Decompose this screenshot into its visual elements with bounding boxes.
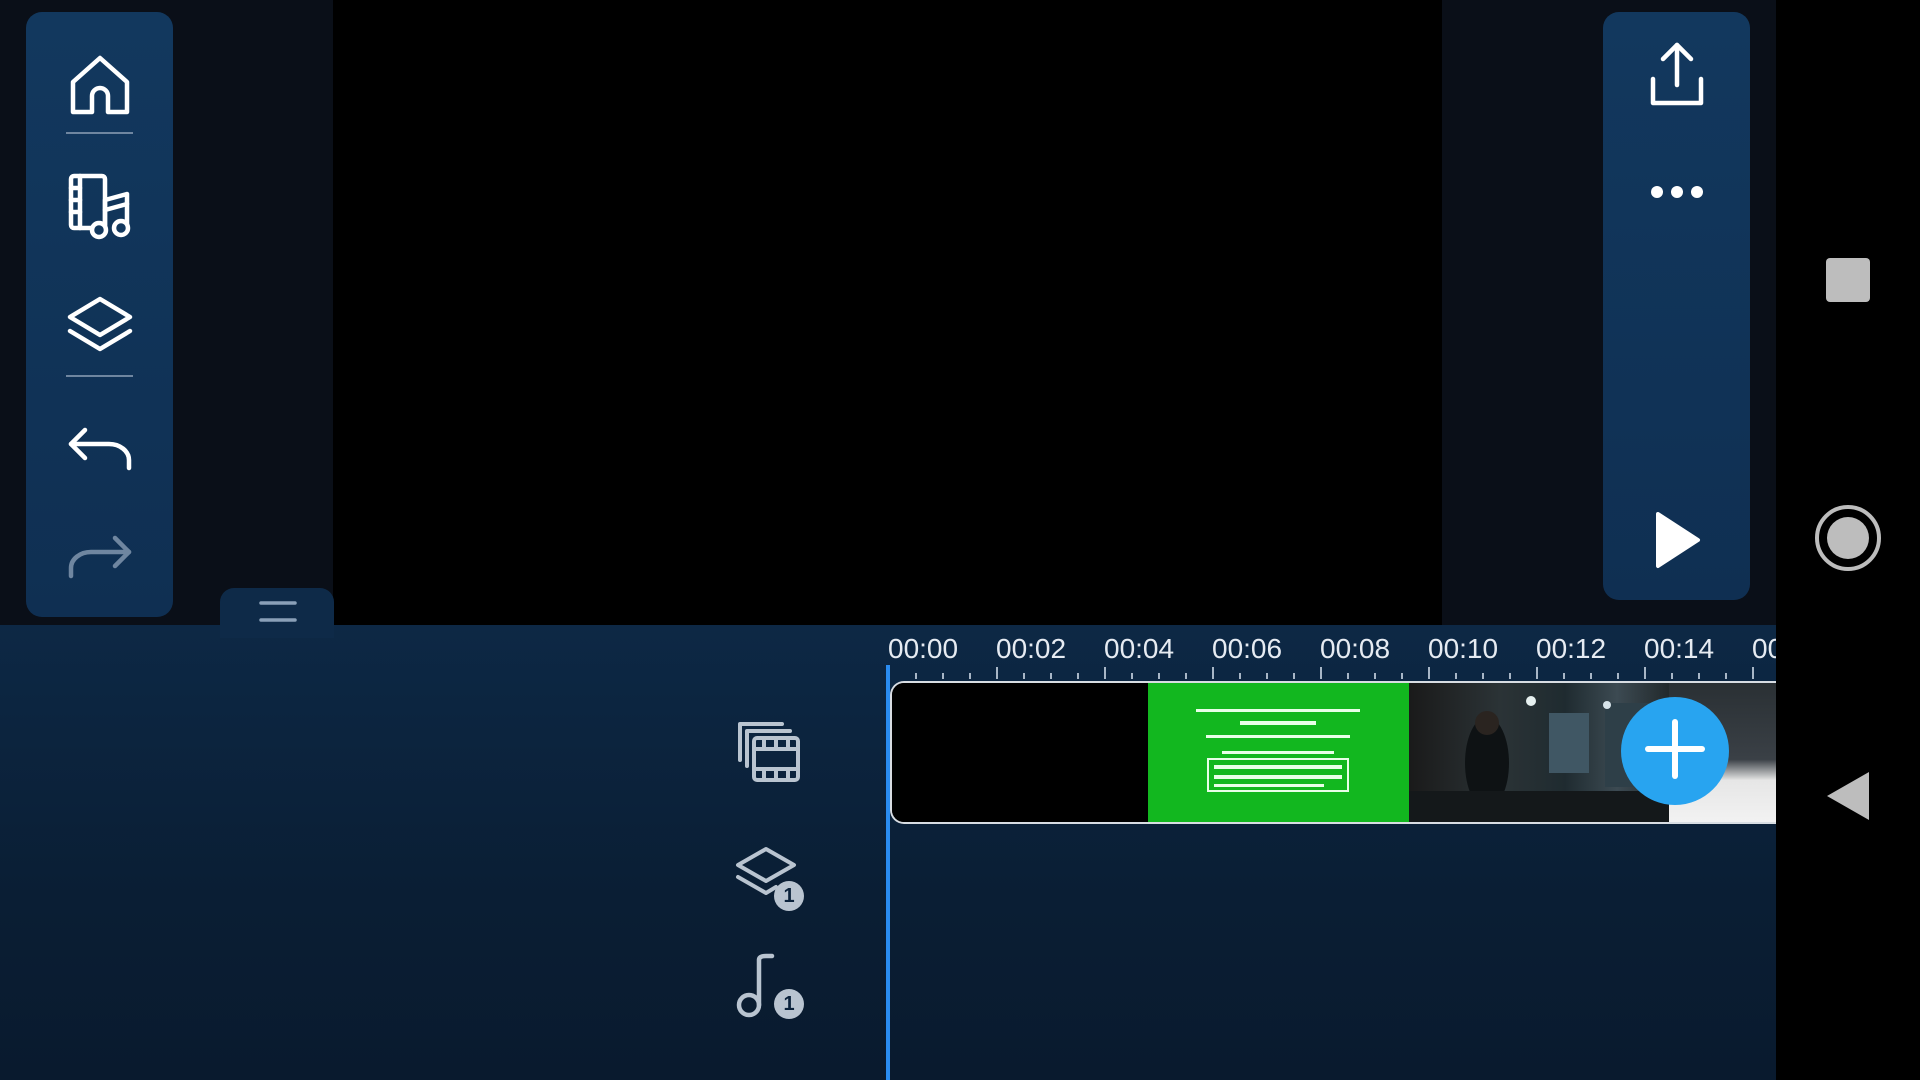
ruler-label: 00:14: [1644, 633, 1715, 664]
ruler-tick: [1536, 667, 1538, 679]
right-toolbar: [1603, 12, 1750, 600]
ruler-label: 00:06: [1212, 633, 1283, 664]
back-triangle-icon: [1825, 770, 1871, 827]
undo-button[interactable]: [26, 394, 173, 504]
ruler-tick: [1671, 673, 1673, 679]
ruler-tick: [1185, 673, 1187, 679]
ruler-tick: [996, 667, 998, 679]
ruler-tick: [1266, 673, 1268, 679]
more-icon: [1649, 184, 1705, 200]
ruler-tick: [1617, 673, 1619, 679]
export-icon: [1647, 39, 1707, 109]
video-track-button[interactable]: [728, 712, 808, 792]
home-circle-icon: [1813, 503, 1883, 578]
audio-track-button[interactable]: 1: [728, 945, 808, 1025]
ruler-label: 00:02: [996, 633, 1067, 664]
home-button[interactable]: [26, 30, 173, 140]
more-options-button[interactable]: [1603, 137, 1750, 247]
ruler-tick: [1374, 673, 1376, 679]
ruler-tick: [1293, 673, 1295, 679]
ruler-tick: [1077, 673, 1079, 679]
ruler-label: 00:04: [1104, 633, 1175, 664]
audio-count-badge: 1: [774, 989, 804, 1019]
ruler-tick: [1563, 673, 1565, 679]
toolbar-divider: [66, 375, 133, 377]
ruler-tick: [1158, 673, 1160, 679]
recents-square-icon: [1825, 257, 1871, 308]
clip-thumbnail-black: [892, 683, 1148, 822]
ruler-tick: [1212, 667, 1214, 679]
system-back-button[interactable]: [1776, 743, 1920, 853]
play-icon: [1652, 510, 1702, 570]
plus-icon: [1640, 714, 1710, 789]
ruler-label: 00:12: [1536, 633, 1607, 664]
green-screen-text-graphic: [1196, 709, 1360, 792]
add-media-button[interactable]: [1621, 697, 1729, 805]
ruler-tick: [1104, 667, 1106, 679]
ruler-tick: [1023, 673, 1025, 679]
ruler-tick: [1050, 673, 1052, 679]
ruler-tick: [1509, 673, 1511, 679]
ruler-tick: [1455, 673, 1457, 679]
export-button[interactable]: [1603, 19, 1750, 129]
toolbar-divider: [66, 132, 133, 134]
ruler-tick: [1698, 673, 1700, 679]
layer-track-icon: 1: [732, 843, 804, 913]
home-icon: [67, 52, 133, 118]
ruler-tick: [915, 673, 917, 679]
system-navigation-bar: [1776, 0, 1920, 1080]
panel-resize-handle[interactable]: [220, 588, 334, 638]
ruler-tick: [1590, 673, 1592, 679]
undo-icon: [65, 424, 135, 474]
ruler-tick: [1320, 667, 1322, 679]
recents-button[interactable]: [1776, 227, 1920, 337]
media-library-button[interactable]: [26, 152, 173, 262]
media-library-icon: [65, 172, 135, 242]
ruler-tick: [1644, 667, 1646, 679]
layers-button[interactable]: [26, 272, 173, 382]
timeline-ruler[interactable]: 00:00 00:02 00:04 00:06 00:08 00:10 00:1…: [888, 625, 1776, 680]
ruler-tick: [1482, 673, 1484, 679]
ruler-tick: [942, 673, 944, 679]
left-toolbar: [26, 12, 173, 617]
clip-thumbnail-green-screen: [1148, 683, 1409, 822]
redo-icon: [65, 532, 135, 582]
layers-icon: [65, 295, 135, 359]
ruler-label: 00: [1752, 633, 1776, 664]
ruler-label: 00:08: [1320, 633, 1391, 664]
video-track-icon: [734, 716, 802, 789]
ruler-tick: [1131, 673, 1133, 679]
ruler-tick: [1401, 673, 1403, 679]
ruler-label: 00:10: [1428, 633, 1499, 664]
drag-handle-icon: [259, 600, 297, 629]
ruler-label: 00:00: [888, 633, 959, 664]
redo-button[interactable]: [26, 502, 173, 612]
system-home-button[interactable]: [1776, 485, 1920, 595]
ruler-tick: [1752, 667, 1754, 679]
play-button[interactable]: [1603, 485, 1750, 595]
ruler-tick: [1725, 673, 1727, 679]
video-editor-app: 1 1 00:00 00:02 00:04 00:06 00:08 00:10 …: [0, 0, 1776, 1080]
layer-track-button[interactable]: 1: [728, 838, 808, 918]
ruler-tick: [1347, 673, 1349, 679]
ruler-tick: [1428, 667, 1430, 679]
audio-track-icon: 1: [732, 950, 804, 1020]
video-preview[interactable]: [333, 0, 1442, 625]
layer-count-badge: 1: [774, 881, 804, 911]
ruler-tick: [1239, 673, 1241, 679]
ruler-tick: [969, 673, 971, 679]
